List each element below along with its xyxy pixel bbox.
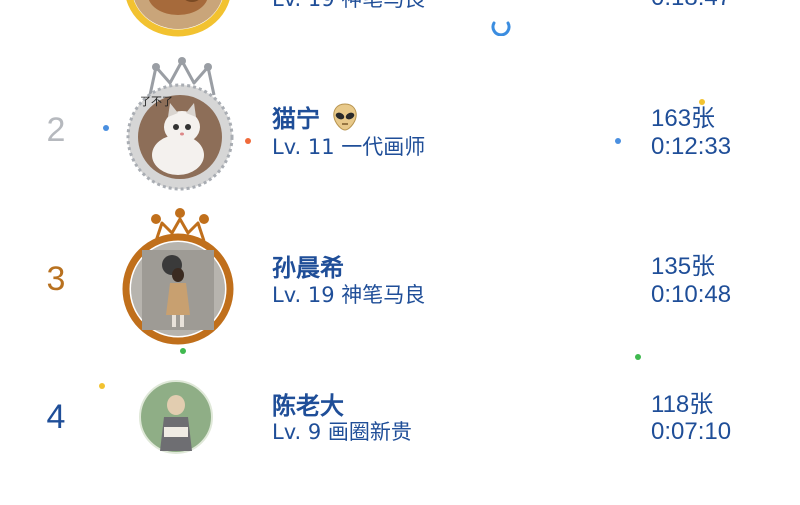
confetti-dot [180,348,186,354]
avatar[interactable] [120,205,240,355]
confetti-dot [615,138,621,144]
drawing-count: 135张 [651,253,716,280]
bronze-crown-avatar-frame [122,208,234,345]
leaderboard-row-3[interactable]: 3 孙晨希 Lv. 19 神笔马良 135张 0:10:48 [0,205,800,355]
user-level: Lv. 11 一代画师 [272,135,426,159]
drawing-count: 118张 [651,391,714,418]
user-name-text: 猫宁 [272,105,320,133]
confetti-dot [635,354,641,360]
session-time: 0:10:48 [651,281,732,308]
confetti-dot [99,383,105,389]
leaderboard-row-1[interactable]: Lv. 19 神笔马良 0:18:47 [0,0,800,40]
avatar-caption: 了不了 [140,95,173,108]
avatar[interactable] [120,355,240,475]
avatar[interactable]: 了不了 [120,55,240,205]
user-level: Lv. 19 神笔马良 [272,283,426,307]
user-name: 孙晨希 [272,254,344,282]
confetti-dot [699,99,705,105]
user-name: 陈老大 [272,392,344,420]
session-time: 0:12:33 [651,133,732,160]
confetti-dot [245,138,251,144]
alien-head-icon [333,103,358,131]
confetti-dot [103,125,109,131]
loading-spinner-icon [491,21,511,36]
user-level: Lv. 19 神笔马良 [272,0,425,12]
avatar[interactable] [120,0,240,37]
leaderboard-row-2[interactable]: 2 了不了 猫宁 Lv. 11 一代画师 163张 0:12:33 [0,55,800,205]
rank-number: 2 [46,111,66,149]
session-time: 0:18:47 [651,0,731,12]
rank-number: 4 [46,398,66,436]
leaderboard-row-4[interactable]: 4 陈老大 Lv. 9 画圈新贵 118张 0:07:10 [0,355,800,505]
session-time: 0:07:10 [651,418,732,445]
silver-crown-avatar-frame: 了不了 [126,57,234,191]
plain-avatar [139,380,213,454]
drawing-count: 163张 [651,105,716,132]
user-level: Lv. 9 画圈新贵 [272,420,412,444]
user-name: 猫宁 [272,103,358,134]
rank-number: 3 [46,260,66,298]
gold-avatar-frame [126,0,230,37]
